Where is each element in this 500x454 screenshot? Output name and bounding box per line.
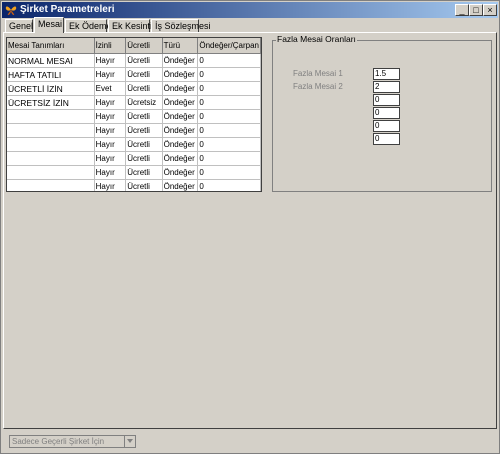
column-header-turu[interactable]: Türü [162, 38, 199, 54]
cell-name[interactable] [7, 123, 95, 138]
tab-ek-odeme[interactable]: Ek Ödeme [65, 19, 112, 32]
cell-turu[interactable]: Öndeğer [162, 53, 199, 68]
column-header-mesai-tanimlari[interactable]: Mesai Tanımları [7, 38, 95, 54]
overtime-types-grid[interactable]: Mesai Tanımları İzinli Ücretli Türü Önde… [6, 37, 262, 192]
overtime-rate-4-field[interactable]: 0 [373, 107, 400, 119]
overtime-rates-title: Fazla Mesai Oranları [276, 34, 357, 44]
cell-izinli[interactable]: Evet [94, 81, 127, 96]
table-row[interactable]: ÜCRETLİ İZİN Evet Ücretli Öndeğer 0 [7, 81, 261, 96]
column-header-ucretli[interactable]: Ücretli [125, 38, 163, 54]
overtime-rate-2-field[interactable]: 2 [373, 81, 400, 93]
cell-izinli[interactable]: Hayır [94, 95, 127, 110]
cell-ondeger[interactable]: 0 [197, 137, 261, 152]
column-header-ondeger-carpan[interactable]: Öndeğer/Çarpan [197, 38, 261, 54]
close-button[interactable]: × [483, 4, 497, 16]
maximize-icon: □ [473, 5, 479, 15]
table-row[interactable]: Hayır Ücretli Öndeğer 0 [7, 151, 261, 166]
dropdown-button[interactable] [124, 436, 135, 447]
title-bar[interactable]: Şirket Parametreleri _ □ × [2, 2, 498, 18]
overtime-rate-3-field[interactable]: 0 [373, 94, 400, 106]
cell-name[interactable] [7, 109, 95, 124]
cell-name[interactable] [7, 165, 95, 180]
grid-table: Mesai Tanımları İzinli Ücretli Türü Önde… [7, 38, 261, 191]
close-icon: × [487, 5, 493, 15]
table-row[interactable]: ÜCRETSİZ İZİN Hayır Ücretsiz Öndeğer 0 [7, 95, 261, 110]
table-row[interactable]: HAFTA TATILI Hayır Ücretli Öndeğer 0 [7, 67, 261, 82]
cell-ucretli[interactable]: Ücretli [125, 109, 163, 124]
cell-ucretli[interactable]: Ücretli [125, 151, 163, 166]
cell-turu[interactable]: Öndeğer [162, 151, 199, 166]
minimize-button[interactable]: _ [455, 4, 469, 16]
cell-ondeger[interactable]: 0 [197, 179, 261, 191]
cell-izinli[interactable]: Hayır [94, 151, 127, 166]
tab-mesai[interactable]: Mesai [34, 17, 64, 33]
cell-turu[interactable]: Öndeğer [162, 95, 199, 110]
cell-ondeger[interactable]: 0 [197, 123, 261, 138]
cell-izinli[interactable]: Hayır [94, 165, 127, 180]
tab-is-sozlesmesi[interactable]: İş Sözleşmesi [151, 19, 211, 32]
cell-ondeger[interactable]: 0 [197, 53, 261, 68]
cell-name[interactable] [7, 179, 95, 191]
cell-ucretli[interactable]: Ücretsiz [125, 95, 163, 110]
table-row[interactable]: Hayır Ücretli Öndeğer 0 [7, 137, 261, 152]
cell-izinli[interactable]: Hayır [94, 137, 127, 152]
cell-name[interactable] [7, 151, 95, 166]
cell-ucretli[interactable]: Ücretli [125, 81, 163, 96]
cell-izinli[interactable]: Hayır [94, 123, 127, 138]
company-filter-value: Sadece Geçerli Şirket İçin [12, 437, 105, 446]
cell-turu[interactable]: Öndeğer [162, 123, 199, 138]
chevron-down-icon [127, 439, 133, 443]
cell-ondeger[interactable]: 0 [197, 109, 261, 124]
cell-ucretli[interactable]: Ücretli [125, 137, 163, 152]
cell-name[interactable]: HAFTA TATILI [7, 67, 95, 82]
table-row[interactable]: Hayır Ücretli Öndeğer 0 [7, 165, 261, 180]
cell-name[interactable] [7, 137, 95, 152]
tab-ek-kesinti[interactable]: Ek Kesinti [108, 19, 152, 32]
cell-name[interactable]: ÜCRETSİZ İZİN [7, 95, 95, 110]
column-header-izinli[interactable]: İzinli [94, 38, 127, 54]
cell-turu[interactable]: Öndeğer [162, 165, 199, 180]
cell-ondeger[interactable]: 0 [197, 81, 261, 96]
cell-ucretli[interactable]: Ücretli [125, 123, 163, 138]
overtime-rate-5-field[interactable]: 0 [373, 120, 400, 132]
cell-ondeger[interactable]: 0 [197, 165, 261, 180]
cell-ucretli[interactable]: Ücretli [125, 67, 163, 82]
cell-izinli[interactable]: Hayır [94, 179, 127, 191]
minimize-icon: _ [459, 5, 465, 15]
cell-turu[interactable]: Öndeğer [162, 67, 199, 82]
cell-turu[interactable]: Öndeğer [162, 81, 199, 96]
table-row[interactable]: Hayır Ücretli Öndeğer 0 [7, 109, 261, 124]
tab-genel[interactable]: Genel [5, 19, 33, 32]
cell-izinli[interactable]: Hayır [94, 67, 127, 82]
cell-ondeger[interactable]: 0 [197, 95, 261, 110]
table-row[interactable]: Hayır Ücretli Öndeğer 0 [7, 179, 261, 191]
cell-ondeger[interactable]: 0 [197, 151, 261, 166]
cell-name[interactable]: ÜCRETLİ İZİN [7, 81, 95, 96]
company-filter-select[interactable]: Sadece Geçerli Şirket İçin [9, 435, 136, 448]
overtime-2-label: Fazla Mesai 2 [293, 82, 343, 91]
cell-ondeger[interactable]: 0 [197, 67, 261, 82]
cell-ucretli[interactable]: Ücretli [125, 179, 163, 191]
cell-turu[interactable]: Öndeğer [162, 109, 199, 124]
window-title: Şirket Parametreleri [20, 4, 115, 15]
table-row[interactable]: Hayır Ücretli Öndeğer 0 [7, 123, 261, 138]
cell-turu[interactable]: Öndeğer [162, 179, 199, 191]
window: Şirket Parametreleri _ □ × Genel Mesai E… [0, 0, 500, 454]
cell-turu[interactable]: Öndeğer [162, 137, 199, 152]
overtime-rate-1-field[interactable]: 1.5 [373, 68, 400, 80]
cell-ucretli[interactable]: Ücretli [125, 53, 163, 68]
butterfly-icon [5, 6, 17, 15]
cell-izinli[interactable]: Hayır [94, 53, 127, 68]
cell-ucretli[interactable]: Ücretli [125, 165, 163, 180]
table-row[interactable]: NORMAL MESAI Hayır Ücretli Öndeğer 0 [7, 53, 261, 68]
cell-izinli[interactable]: Hayır [94, 109, 127, 124]
overtime-rate-6-field[interactable]: 0 [373, 133, 400, 145]
overtime-1-label: Fazla Mesai 1 [293, 69, 343, 78]
maximize-button[interactable]: □ [469, 4, 483, 16]
cell-name[interactable]: NORMAL MESAI [7, 53, 95, 68]
grid-header-row: Mesai Tanımları İzinli Ücretli Türü Önde… [7, 38, 261, 54]
